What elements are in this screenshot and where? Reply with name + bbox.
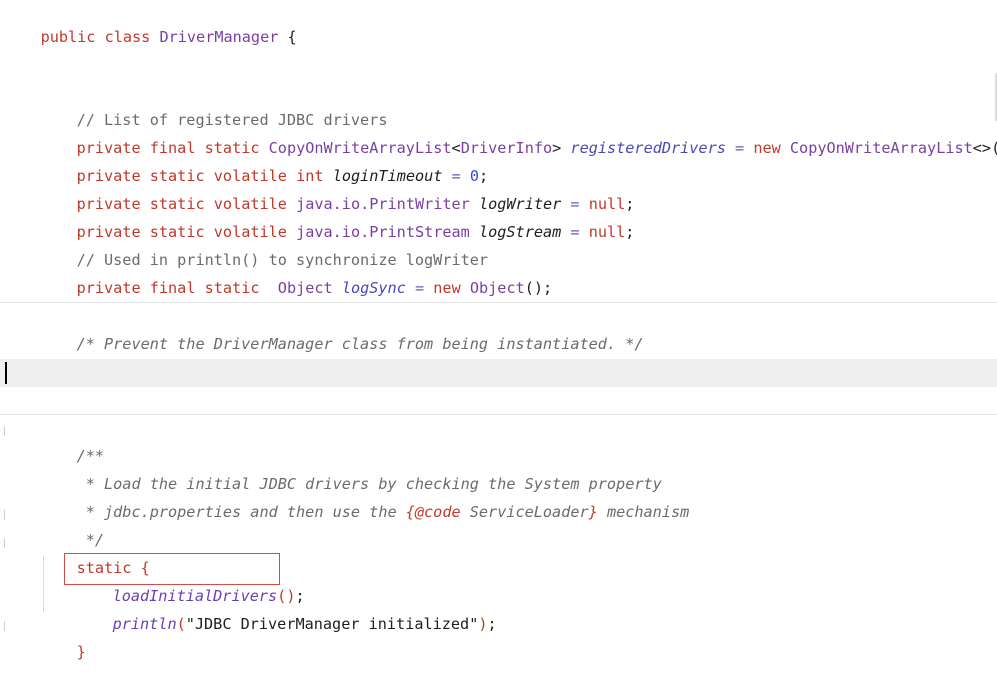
code-line-close-brace[interactable]: } bbox=[40, 610, 86, 661]
fold-marker[interactable] bbox=[0, 426, 5, 436]
keyword: private bbox=[76, 279, 141, 297]
method-separator bbox=[0, 414, 997, 415]
fold-marker[interactable] bbox=[0, 510, 5, 520]
doc-tag-name: ServiceLoader bbox=[460, 503, 589, 521]
code-line-javadoc[interactable]: * Load the initial JDBC drivers by check… bbox=[40, 442, 662, 493]
class-name: DriverManager bbox=[159, 28, 279, 46]
doc-tag: {@code bbox=[405, 503, 461, 521]
code-line-constructor[interactable]: private DriverManager(){} bbox=[40, 330, 306, 381]
string-literal: "JDBC DriverManager initialized" bbox=[185, 615, 479, 633]
keyword: final bbox=[149, 279, 196, 297]
code-line-log-sync[interactable]: private final static Object logSync = ne… bbox=[40, 246, 553, 297]
code-line-comment[interactable]: // Used in println() to synchronize logW… bbox=[40, 218, 488, 269]
field-name: logSync bbox=[341, 279, 406, 297]
type-name: Object bbox=[277, 279, 333, 297]
code-line-log-writer[interactable]: private static volatile java.io.PrintWri… bbox=[40, 162, 635, 213]
doc-tag: } bbox=[588, 503, 598, 521]
field-name: logStream bbox=[478, 223, 562, 241]
doc-comment: mechanism bbox=[597, 503, 690, 521]
fold-marker[interactable] bbox=[0, 621, 5, 631]
closing-brace: } bbox=[76, 643, 86, 661]
selection-highlight-box bbox=[64, 553, 280, 585]
code-line-static-block[interactable]: static { bbox=[40, 526, 150, 577]
code-line-login-timeout[interactable]: private static volatile int loginTimeout… bbox=[40, 134, 489, 185]
field-name: registeredDrivers bbox=[570, 139, 726, 157]
doc-comment: * jdbc.properties and then use the bbox=[76, 503, 406, 521]
keyword: new bbox=[753, 139, 781, 157]
code-line-javadoc[interactable]: * jdbc.properties and then use the {@cod… bbox=[40, 470, 690, 521]
type-name: Object bbox=[469, 279, 525, 297]
keyword: public bbox=[40, 28, 96, 46]
method-call: println bbox=[112, 615, 177, 633]
code-line-println[interactable]: println("JDBC DriverManager initialized"… bbox=[76, 582, 497, 633]
keyword: new bbox=[433, 279, 461, 297]
keyword: static bbox=[204, 279, 260, 297]
code-line-block-comment[interactable]: /* Prevent the DriverManager class from … bbox=[40, 302, 644, 353]
code-line-class-decl[interactable]: public class DriverManager { bbox=[4, 0, 297, 46]
code-line-javadoc[interactable]: */ bbox=[40, 498, 104, 549]
type-name: CopyOnWriteArrayList bbox=[789, 139, 973, 157]
keyword: null bbox=[588, 223, 626, 241]
code-line-registered-drivers[interactable]: private final static CopyOnWriteArrayLis… bbox=[40, 106, 997, 157]
fold-marker[interactable] bbox=[0, 538, 5, 548]
indent-guide bbox=[43, 556, 44, 612]
code-line-comment[interactable]: // List of registered JDBC drivers bbox=[40, 78, 388, 129]
current-line-highlight[interactable] bbox=[0, 359, 997, 387]
code-line-javadoc[interactable]: /** bbox=[40, 414, 104, 465]
code-line-log-stream[interactable]: private static volatile java.io.PrintStr… bbox=[40, 190, 635, 241]
text-caret bbox=[5, 362, 7, 384]
code-editor[interactable]: public class DriverManager { // List of … bbox=[0, 0, 997, 661]
keyword: class bbox=[104, 28, 151, 46]
